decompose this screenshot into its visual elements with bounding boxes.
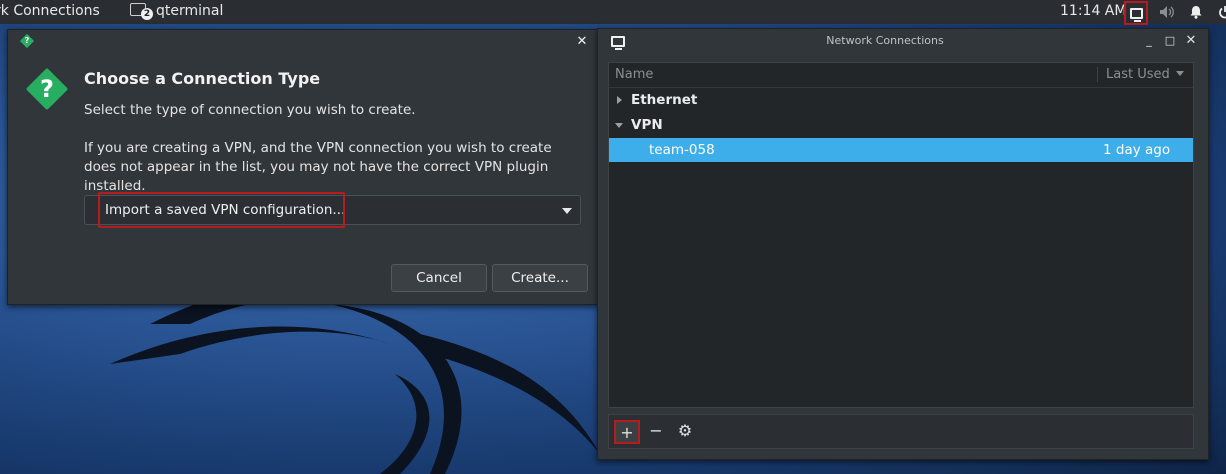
dialog-titlebar[interactable]: ? ✕ xyxy=(8,30,598,54)
bell-icon[interactable] xyxy=(1186,2,1206,22)
close-icon[interactable]: ✕ xyxy=(1184,33,1198,48)
connection-last-used: 1 day ago xyxy=(1103,142,1171,158)
cancel-button[interactable]: Cancel xyxy=(391,264,487,292)
column-label: Last Used xyxy=(1106,67,1170,82)
group-row-vpn[interactable]: VPN xyxy=(609,113,1193,137)
top-panel: rk Connections 2 qterminal 11:14 AM xyxy=(0,0,1226,25)
connections-toolbar: + − ⚙ xyxy=(608,414,1194,449)
sort-desc-icon xyxy=(1175,71,1184,76)
network-connections-window: Network Connections _ □ ✕ Name Last Used… xyxy=(597,28,1209,460)
dialog-heading: Choose a Connection Type xyxy=(84,69,321,88)
add-connection-button[interactable]: + xyxy=(614,420,640,444)
volume-icon[interactable] xyxy=(1157,2,1177,22)
taskbar-label: qterminal xyxy=(156,3,224,19)
connection-name: team-058 xyxy=(649,142,715,158)
window-titlebar[interactable]: Network Connections _ □ ✕ xyxy=(598,29,1208,55)
terminal-icon: 2 xyxy=(130,3,153,20)
create-button[interactable]: Create... xyxy=(492,264,588,292)
power-icon[interactable] xyxy=(1215,2,1226,22)
close-icon[interactable]: ✕ xyxy=(574,34,590,50)
taskbar-item-network-connections[interactable]: rk Connections xyxy=(0,0,100,24)
column-header-last-used[interactable]: Last Used xyxy=(1097,67,1193,82)
dialog-subtitle: Select the type of connection you wish t… xyxy=(84,102,416,118)
choose-connection-type-dialog: ? ✕ ? Choose a Connection Type Select th… xyxy=(7,29,599,305)
chevron-down-icon[interactable] xyxy=(615,123,623,128)
remove-connection-button[interactable]: − xyxy=(643,420,669,444)
connection-row-team-058[interactable]: team-058 1 day ago xyxy=(609,138,1193,162)
window-title: Network Connections xyxy=(826,34,944,47)
group-label: Ethernet xyxy=(631,92,698,108)
maximize-icon[interactable]: □ xyxy=(1163,34,1177,47)
plus-icon: + xyxy=(620,423,634,442)
chevron-right-icon[interactable] xyxy=(617,96,622,104)
minus-icon: − xyxy=(649,421,663,440)
connections-tree[interactable]: Name Last Used Ethernet VPN team-058 1 d… xyxy=(608,62,1194,408)
edit-connection-button[interactable]: ⚙ xyxy=(672,420,698,444)
group-label: VPN xyxy=(631,117,663,133)
minimize-icon[interactable]: _ xyxy=(1142,34,1156,47)
network-icon[interactable] xyxy=(1124,1,1148,25)
tree-header: Name Last Used xyxy=(609,63,1193,88)
window-count-badge: 2 xyxy=(141,8,153,20)
chevron-down-icon xyxy=(562,208,572,214)
column-header-name[interactable]: Name xyxy=(615,67,653,82)
vpn-plugin-info: If you are creating a VPN, and the VPN c… xyxy=(84,140,552,194)
group-row-ethernet[interactable]: Ethernet xyxy=(609,88,1193,112)
taskbar-label: rk Connections xyxy=(0,3,100,19)
question-icon: ? xyxy=(25,67,69,111)
question-icon: ? xyxy=(19,33,35,49)
clock[interactable]: 11:14 AM xyxy=(1060,0,1126,22)
annotation-highlight-box xyxy=(98,192,345,228)
gear-icon: ⚙ xyxy=(677,421,693,440)
taskbar-item-qterminal[interactable]: 2 qterminal xyxy=(130,0,223,24)
